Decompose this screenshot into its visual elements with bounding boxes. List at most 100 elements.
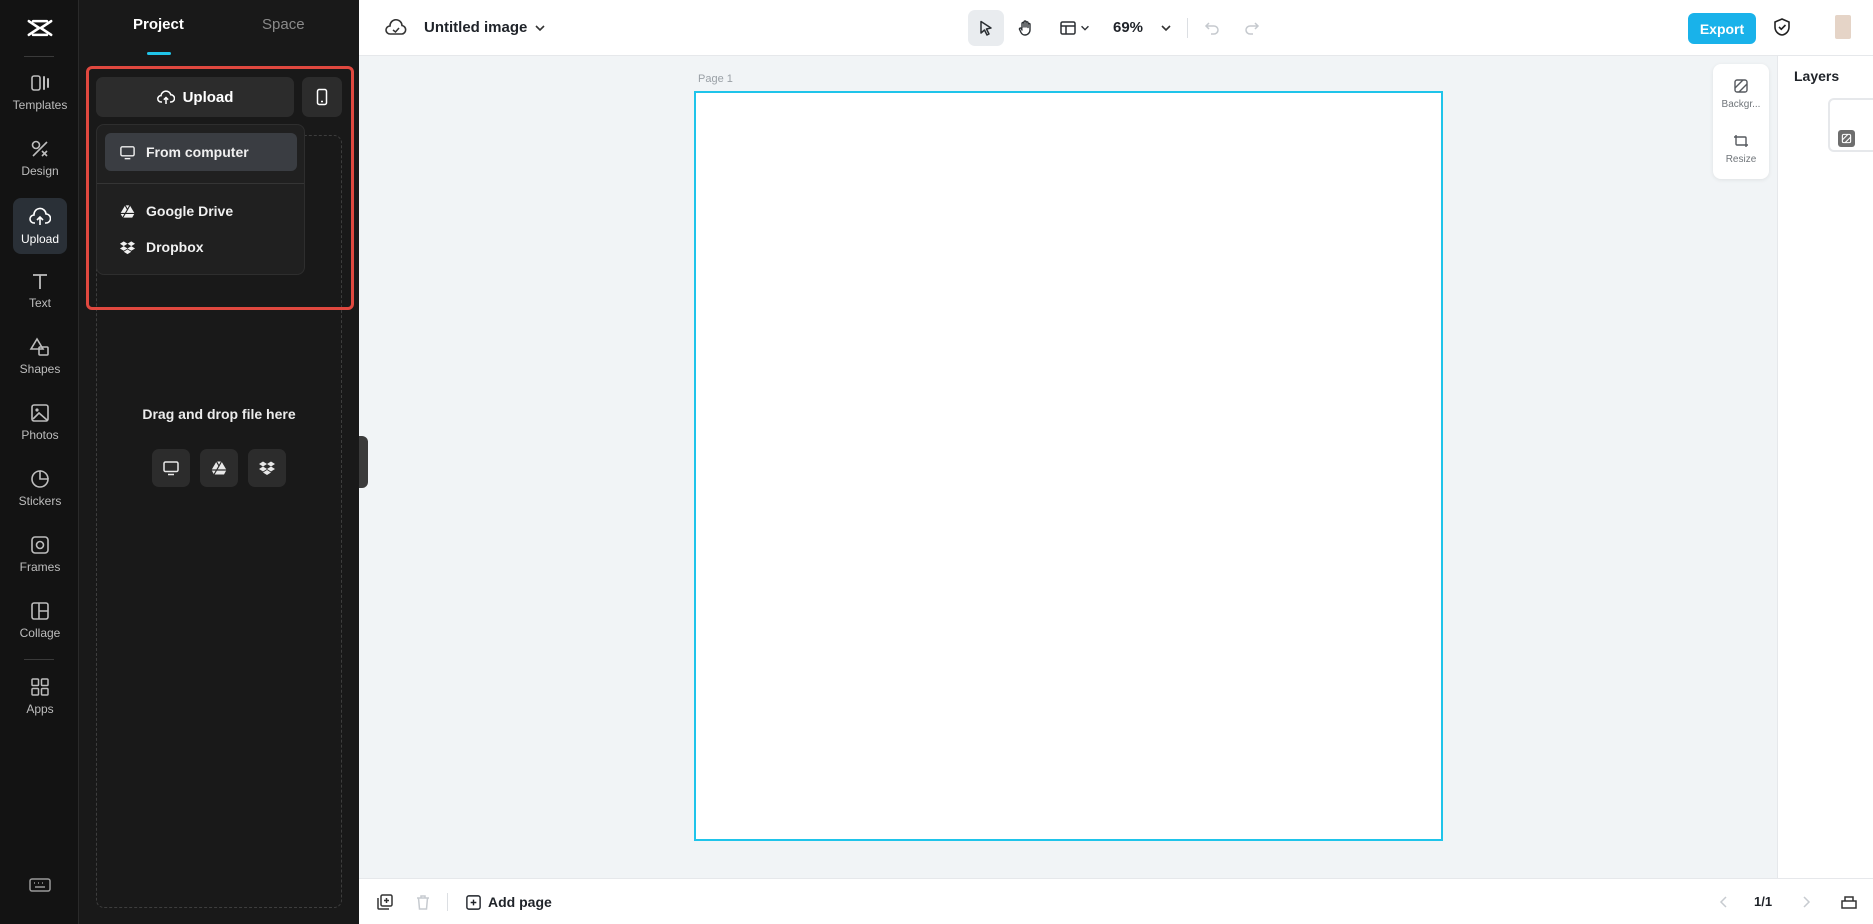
mini-tool-label: Backgr... xyxy=(1721,99,1761,110)
background-icon xyxy=(1841,133,1852,144)
page-label: Page 1 xyxy=(698,73,733,85)
dropbox-icon xyxy=(259,461,275,475)
next-page-icon[interactable] xyxy=(1797,893,1815,911)
resize-icon xyxy=(1734,135,1748,147)
shield-icon[interactable] xyxy=(1772,17,1792,37)
stickers-icon xyxy=(31,470,49,488)
monitor-icon xyxy=(163,461,179,476)
page-count: 1/1 xyxy=(1754,894,1773,909)
rail-item-templates[interactable]: Templates xyxy=(13,64,67,120)
templates-icon xyxy=(31,75,49,91)
monitor-icon xyxy=(120,145,135,159)
rail-item-upload[interactable]: Upload xyxy=(13,198,67,254)
rail-item-label: Apps xyxy=(26,702,54,716)
from-computer-button[interactable] xyxy=(152,449,190,487)
rail-item-label: Collage xyxy=(19,626,61,640)
left-rail: Templates Design Upload Text Shapes Phot… xyxy=(0,0,79,924)
select-tool-button[interactable] xyxy=(968,10,1004,46)
add-page-label: Add page xyxy=(488,894,552,910)
design-canvas-page[interactable] xyxy=(694,91,1443,841)
menu-item-label: Dropbox xyxy=(146,239,204,255)
upload-from-phone-button[interactable] xyxy=(302,77,342,117)
collage-icon xyxy=(31,602,49,620)
google-drive-icon xyxy=(211,461,227,475)
menu-item-label: Google Drive xyxy=(146,203,234,219)
previous-page-icon[interactable] xyxy=(1715,893,1733,911)
upload-cloud-icon xyxy=(29,207,51,225)
rail-item-design[interactable]: Design xyxy=(13,130,67,186)
hand-icon xyxy=(1018,20,1031,36)
chevron-down-icon xyxy=(1081,25,1089,31)
menu-separator xyxy=(97,183,304,184)
rail-item-label: Templates xyxy=(12,98,68,112)
cursor-pointer-icon xyxy=(980,20,992,36)
layers-panel: Layers xyxy=(1777,56,1873,878)
dropbox-button[interactable] xyxy=(248,449,286,487)
layer-background-badge xyxy=(1838,130,1855,147)
menu-item-label: From computer xyxy=(146,144,249,160)
rail-item-text[interactable]: Text xyxy=(13,262,67,318)
bottom-bar: Add page 1/1 xyxy=(359,878,1873,924)
bottom-bar-divider xyxy=(447,893,448,911)
background-icon xyxy=(1734,79,1748,93)
rail-item-label: Text xyxy=(28,296,51,310)
design-icon xyxy=(31,140,48,157)
rail-item-label: Design xyxy=(21,164,59,178)
export-button[interactable]: Export xyxy=(1688,13,1756,44)
rail-item-apps[interactable]: Apps xyxy=(13,668,67,724)
upload-button[interactable]: Upload xyxy=(96,77,294,117)
rail-item-label: Stickers xyxy=(18,494,62,508)
background-button[interactable]: Backgr... xyxy=(1713,69,1769,119)
rail-item-frames[interactable]: Frames xyxy=(13,526,67,582)
add-page-button[interactable]: Add page xyxy=(465,891,552,913)
rail-item-label: Shapes xyxy=(19,362,61,376)
tab-active-indicator xyxy=(147,52,171,55)
apps-icon xyxy=(31,678,49,696)
top-bar: Untitled image 69% Export xyxy=(359,0,1873,56)
redo-icon[interactable] xyxy=(1243,18,1261,36)
menu-item-google-drive[interactable]: Google Drive xyxy=(105,192,297,230)
mini-tool-label: Resize xyxy=(1725,154,1757,165)
layout-tool-button[interactable] xyxy=(1053,10,1097,46)
toolbar-divider xyxy=(1187,18,1188,38)
dropzone-text: Drag and drop file here xyxy=(142,406,296,422)
menu-item-dropbox[interactable]: Dropbox xyxy=(105,228,297,266)
duplicate-page-icon[interactable] xyxy=(376,893,394,911)
google-drive-icon xyxy=(120,204,135,218)
page-manager-icon[interactable] xyxy=(1840,893,1858,911)
rail-item-collage[interactable]: Collage xyxy=(13,592,67,648)
delete-page-icon[interactable] xyxy=(414,893,432,911)
text-icon xyxy=(33,274,47,289)
keyboard-icon[interactable] xyxy=(28,876,52,894)
panel-collapse-handle[interactable] xyxy=(359,436,368,488)
menu-item-from-computer[interactable]: From computer xyxy=(105,133,297,171)
resize-button[interactable]: Resize xyxy=(1713,124,1769,174)
zoom-level[interactable]: 69% xyxy=(1113,19,1143,36)
upload-source-menu: From computer Google Drive Dropbox xyxy=(96,124,305,275)
photos-icon xyxy=(31,404,49,422)
avatar[interactable] xyxy=(1835,15,1851,39)
cloud-sync-icon[interactable] xyxy=(385,18,407,38)
tab-space[interactable]: Space xyxy=(262,16,305,33)
frames-icon xyxy=(31,536,49,554)
rail-item-stickers[interactable]: Stickers xyxy=(13,460,67,516)
hand-tool-button[interactable] xyxy=(1008,10,1044,46)
rail-item-shapes[interactable]: Shapes xyxy=(13,328,67,384)
chevron-down-icon[interactable] xyxy=(533,21,547,35)
google-drive-button[interactable] xyxy=(200,449,238,487)
capcut-logo-icon[interactable] xyxy=(24,14,56,42)
upload-button-label: Upload xyxy=(182,88,234,106)
layers-title: Layers xyxy=(1794,68,1840,84)
shapes-icon xyxy=(29,337,49,356)
chevron-down-icon[interactable] xyxy=(1159,21,1173,35)
rail-item-photos[interactable]: Photos xyxy=(13,394,67,450)
phone-icon xyxy=(316,88,328,106)
dropzone-source-buttons xyxy=(97,449,341,487)
rail-divider xyxy=(24,659,54,660)
rail-item-label: Upload xyxy=(20,232,60,246)
rail-divider xyxy=(24,56,54,57)
tab-project[interactable]: Project xyxy=(133,16,184,33)
document-title[interactable]: Untitled image xyxy=(424,19,527,36)
upload-cloud-icon xyxy=(156,90,175,104)
undo-icon[interactable] xyxy=(1203,18,1221,36)
